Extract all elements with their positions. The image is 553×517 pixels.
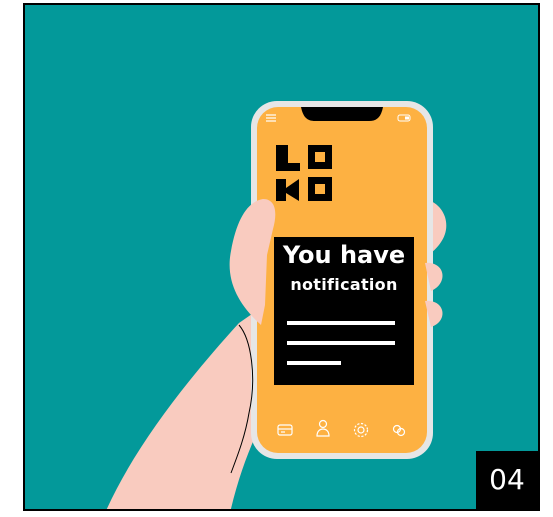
notification-subtitle: notification <box>290 275 398 294</box>
user-icon[interactable] <box>313 418 333 438</box>
page-number-badge: 04 <box>476 451 538 509</box>
settings-icon[interactable] <box>351 420 371 440</box>
phone-notch <box>301 107 383 121</box>
menu-icon[interactable] <box>265 113 277 123</box>
notification-title: You have <box>282 241 406 269</box>
link-icon[interactable] <box>389 420 409 440</box>
battery-icon <box>397 114 411 122</box>
illustration-frame: You have notification 04 <box>23 3 540 511</box>
card-icon[interactable] <box>275 420 295 440</box>
